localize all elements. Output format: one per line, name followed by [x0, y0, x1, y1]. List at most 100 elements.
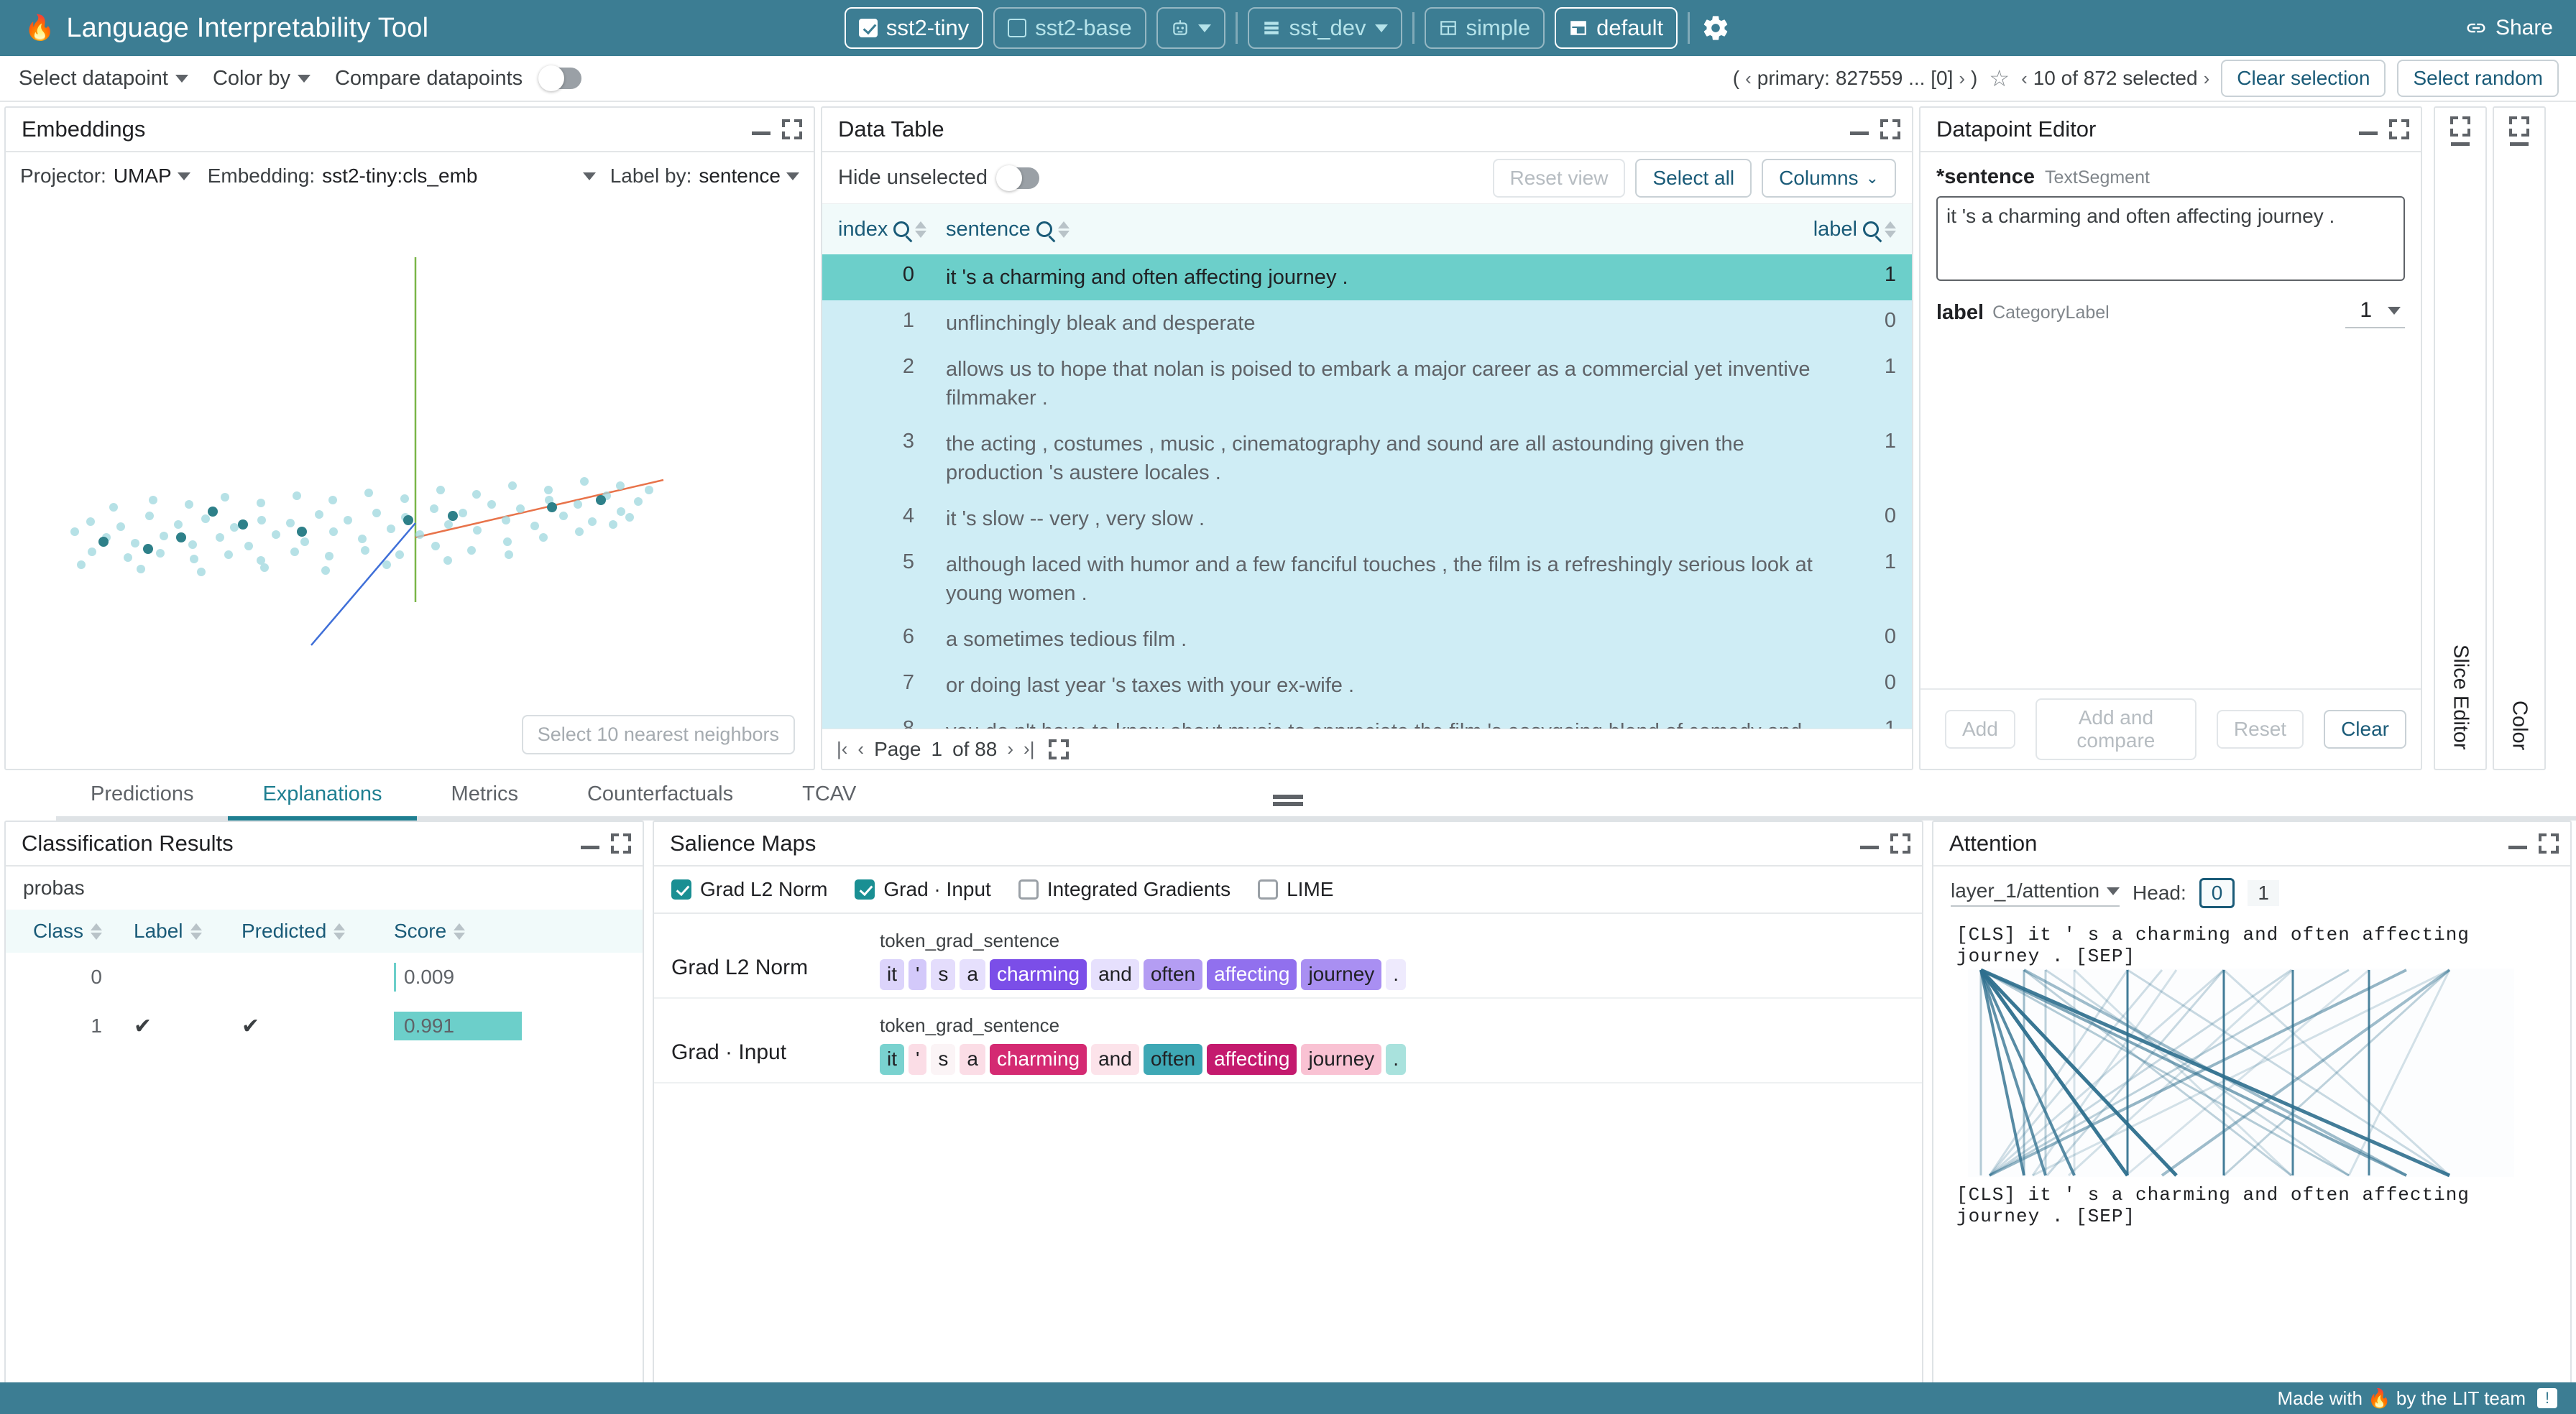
expand-table-icon[interactable]: [1049, 739, 1070, 759]
dataset-selector[interactable]: sst_dev: [1247, 7, 1402, 49]
panel-resize-handle[interactable]: [1273, 795, 1303, 806]
sidebar-item-color[interactable]: Color: [2493, 106, 2546, 770]
embedding-dropdown[interactable]: sst2-tiny:cls_emb: [322, 165, 596, 188]
column-header-label[interactable]: Label: [121, 920, 229, 943]
table-row[interactable]: 0 it 's a charming and often affecting j…: [822, 254, 1912, 301]
label-select[interactable]: 1: [2345, 297, 2405, 328]
footer-badge[interactable]: !: [2537, 1388, 2557, 1408]
checkbox-lime[interactable]: LIME: [1258, 878, 1333, 901]
sort-icon[interactable]: [1057, 221, 1070, 238]
reset-view-button[interactable]: Reset view: [1492, 158, 1626, 198]
expand-icon[interactable]: [2389, 119, 2409, 139]
checkbox-grad-input[interactable]: Grad · Input: [855, 878, 991, 901]
expand-icon[interactable]: [2539, 833, 2559, 854]
search-icon[interactable]: [893, 221, 910, 237]
table-row[interactable]: 6 a sometimes tedious film . 0: [822, 616, 1912, 663]
layout-chip-default[interactable]: default: [1555, 7, 1678, 49]
selection-nav[interactable]: ‹ 10 of 872 selected ›: [2021, 67, 2209, 90]
attention-layer-dropdown[interactable]: layer_1/attention: [1951, 879, 2120, 907]
column-header-predicted[interactable]: Predicted: [229, 920, 394, 943]
sort-icon[interactable]: [91, 923, 102, 940]
tab-tcav[interactable]: TCAV: [768, 777, 891, 821]
head-option-0[interactable]: 0: [2199, 878, 2235, 908]
table-row[interactable]: 0 0.009: [6, 953, 643, 1002]
expand-icon[interactable]: [2509, 116, 2529, 137]
next-page-icon[interactable]: ›: [1007, 738, 1013, 760]
table-row[interactable]: 4 it 's slow -- very , very slow . 0: [822, 496, 1912, 542]
clear-button[interactable]: Clear: [2324, 710, 2406, 749]
expand-icon[interactable]: [782, 119, 802, 139]
checkbox-integrated-gradients[interactable]: Integrated Gradients: [1018, 878, 1230, 901]
head-option-1[interactable]: 1: [2248, 880, 2279, 906]
minimize-icon[interactable]: [2451, 142, 2470, 146]
prev-page-icon[interactable]: ‹: [857, 738, 864, 760]
compare-datapoints-toggle[interactable]: [538, 65, 582, 91]
layout-chip-simple[interactable]: simple: [1424, 7, 1545, 49]
tab-metrics[interactable]: Metrics: [416, 777, 553, 821]
select-random-button[interactable]: Select random: [2397, 60, 2559, 97]
minimize-icon[interactable]: [1850, 131, 1869, 135]
column-header-index[interactable]: index: [838, 218, 946, 241]
column-header-score[interactable]: Score: [394, 920, 559, 943]
reset-button[interactable]: Reset: [2216, 710, 2304, 749]
embeddings-scatter-canvas[interactable]: Select 10 nearest neighbors: [6, 200, 814, 769]
column-header-label[interactable]: label: [1813, 218, 1896, 241]
select-nearest-neighbors-button[interactable]: Select 10 nearest neighbors: [521, 715, 795, 754]
search-icon[interactable]: [1036, 221, 1052, 237]
first-page-icon[interactable]: |‹: [837, 738, 847, 760]
sort-icon[interactable]: [454, 923, 466, 940]
prev-primary-icon[interactable]: ‹: [1745, 68, 1752, 90]
sort-icon[interactable]: [915, 221, 927, 238]
model-menu-button[interactable]: [1156, 7, 1225, 49]
minimize-icon[interactable]: [2508, 846, 2527, 849]
next-selection-icon[interactable]: ›: [2204, 68, 2210, 90]
share-button[interactable]: Share: [2465, 16, 2553, 40]
minimize-icon[interactable]: [2510, 142, 2529, 146]
expand-icon[interactable]: [1890, 833, 1910, 854]
minimize-icon[interactable]: [581, 846, 599, 849]
tab-explanations[interactable]: Explanations: [228, 777, 417, 821]
table-row[interactable]: 1 ✔ ✔ 0.991: [6, 1002, 643, 1050]
sort-icon[interactable]: [334, 923, 346, 940]
add-and-compare-button[interactable]: Add and compare: [2035, 698, 2196, 760]
table-row[interactable]: 2 allows us to hope that nolan is poised…: [822, 346, 1912, 422]
color-by-dropdown[interactable]: Color by: [213, 67, 310, 91]
last-page-icon[interactable]: ›|: [1024, 738, 1034, 760]
prev-selection-icon[interactable]: ‹: [2021, 68, 2028, 90]
settings-button[interactable]: [1700, 12, 1731, 44]
expand-icon[interactable]: [1880, 119, 1900, 139]
table-row[interactable]: 5 although laced with humor and a few fa…: [822, 542, 1912, 617]
clear-selection-button[interactable]: Clear selection: [2221, 60, 2386, 97]
minimize-icon[interactable]: [2359, 131, 2378, 135]
table-row[interactable]: 1 unflinchingly bleak and desperate 0: [822, 300, 1912, 347]
columns-button[interactable]: Columns ⌄: [1762, 158, 1896, 198]
model-chip-sst2-base[interactable]: sst2-base: [993, 7, 1146, 49]
table-row[interactable]: 8 you do n't have to know about music to…: [822, 708, 1912, 729]
minimize-icon[interactable]: [1860, 846, 1879, 849]
sentence-input[interactable]: it 's a charming and often affecting jou…: [1936, 196, 2405, 281]
select-all-button[interactable]: Select all: [1635, 158, 1752, 198]
sidebar-item-slice-editor[interactable]: Slice Editor: [2434, 106, 2487, 770]
search-icon[interactable]: [1863, 221, 1879, 237]
next-primary-icon[interactable]: ›: [1959, 68, 1965, 90]
tab-predictions[interactable]: Predictions: [56, 777, 229, 821]
sort-icon[interactable]: [1885, 221, 1896, 238]
compare-datapoints-control[interactable]: Compare datapoints: [335, 65, 582, 91]
data-table-body[interactable]: 0 it 's a charming and often affecting j…: [822, 254, 1912, 729]
projector-dropdown[interactable]: UMAP: [114, 165, 190, 188]
hide-unselected-toggle[interactable]: [995, 165, 1039, 191]
column-header-class[interactable]: Class: [6, 920, 121, 943]
expand-icon[interactable]: [611, 833, 631, 854]
checkbox-grad-l2-norm[interactable]: Grad L2 Norm: [671, 878, 827, 901]
tab-counterfactuals[interactable]: Counterfactuals: [552, 777, 768, 821]
minimize-icon[interactable]: [752, 131, 770, 135]
select-datapoint-dropdown[interactable]: Select datapoint: [19, 67, 188, 91]
sort-icon[interactable]: [190, 923, 202, 940]
label-by-dropdown[interactable]: sentence: [699, 165, 799, 188]
add-button[interactable]: Add: [1945, 710, 2015, 749]
column-header-sentence[interactable]: sentence: [946, 218, 1813, 241]
model-chip-sst2-tiny[interactable]: sst2-tiny: [844, 7, 984, 49]
primary-datapoint-nav[interactable]: ( ‹ primary: 827559 ... [0] › ): [1733, 67, 1978, 90]
expand-icon[interactable]: [2450, 116, 2470, 137]
table-row[interactable]: 3 the acting , costumes , music , cinema…: [822, 421, 1912, 496]
